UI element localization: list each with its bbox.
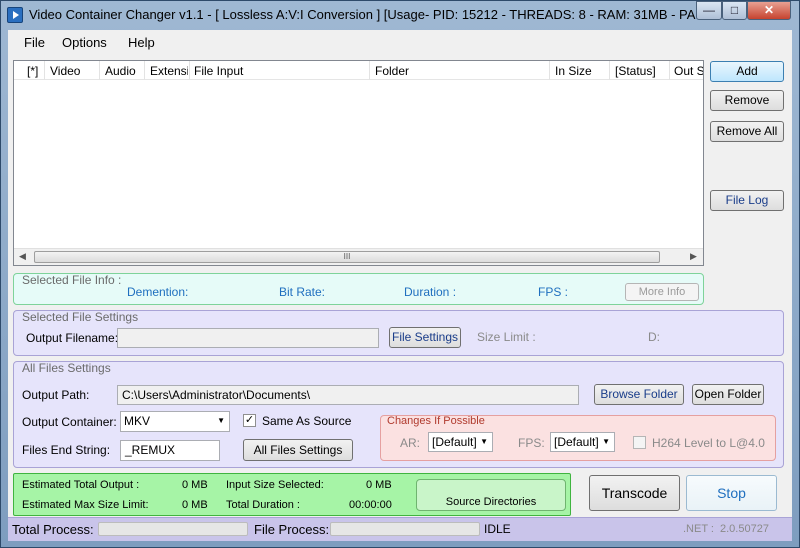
browse-folder-button[interactable]: Browse Folder: [594, 384, 684, 405]
estimated-max-size-value: 0 MB: [182, 499, 208, 511]
menu-help[interactable]: Help: [128, 35, 155, 50]
transcode-button[interactable]: Transcode: [589, 475, 680, 511]
column-header-select[interactable]: [*]: [27, 64, 43, 78]
fps-value: [Default]: [554, 435, 599, 449]
column-divider[interactable]: [144, 61, 145, 80]
checkmark-icon: ✓: [244, 414, 255, 426]
dotnet-version: 2.0.50727: [720, 523, 769, 535]
demention-label: Demention:: [127, 285, 189, 299]
column-divider[interactable]: [609, 61, 610, 80]
column-divider[interactable]: [369, 61, 370, 80]
chevron-down-icon: ▼: [602, 437, 610, 446]
changes-if-possible-title: Changes If Possible: [387, 415, 485, 427]
files-end-string-field[interactable]: _REMUX: [120, 440, 220, 461]
column-divider[interactable]: [189, 61, 190, 80]
output-container-value: MKV: [124, 414, 151, 428]
input-size-selected-label: Input Size Selected:: [226, 479, 324, 491]
total-duration-label: Total Duration :: [226, 499, 300, 511]
input-size-selected-value: 0 MB: [366, 479, 392, 491]
all-files-settings-button[interactable]: All Files Settings: [243, 439, 353, 461]
selected-file-settings-title: Selected File Settings: [22, 310, 139, 324]
fps-info-label: FPS :: [538, 285, 569, 299]
files-end-string-label: Files End String:: [22, 443, 111, 457]
column-header-in-size[interactable]: In Size: [555, 64, 607, 78]
column-divider[interactable]: [669, 61, 670, 80]
process-state: IDLE: [484, 522, 511, 536]
bit-rate-label: Bit Rate:: [279, 285, 326, 299]
more-info-button[interactable]: More Info: [625, 283, 699, 301]
ar-select[interactable]: [Default] ▼: [428, 432, 493, 452]
minimize-icon: —: [703, 3, 715, 17]
add-button[interactable]: Add: [710, 61, 784, 82]
file-settings-button[interactable]: File Settings: [389, 327, 461, 348]
column-header-folder[interactable]: Folder: [375, 64, 545, 78]
estimated-total-output-label: Estimated Total Output :: [22, 479, 140, 491]
column-header-video[interactable]: Video: [50, 64, 98, 78]
source-directories-button[interactable]: Source Directories: [416, 479, 566, 511]
file-process-progress-bar: [330, 522, 480, 536]
menu-file[interactable]: File: [24, 35, 45, 50]
drive-label: D:: [648, 330, 660, 344]
scrollbar-thumb[interactable]: III: [34, 251, 660, 263]
h264-level-label[interactable]: H264 Level to L@4.0: [652, 436, 765, 450]
output-filename-field[interactable]: [117, 328, 379, 348]
menu-bar: [8, 30, 792, 56]
stop-button[interactable]: Stop: [686, 475, 777, 511]
column-header-out-size[interactable]: Out Si: [674, 64, 703, 78]
column-divider[interactable]: [44, 61, 45, 80]
duration-label: Duration :: [404, 285, 457, 299]
maximize-button[interactable]: □: [722, 1, 747, 20]
output-container-label: Output Container:: [22, 415, 117, 429]
fps-label: FPS:: [518, 436, 545, 450]
column-divider[interactable]: [549, 61, 550, 80]
column-header-status[interactable]: [Status]: [615, 64, 667, 78]
same-as-source-checkbox[interactable]: ✓: [243, 414, 256, 427]
all-files-settings-title: All Files Settings: [22, 361, 111, 375]
column-divider[interactable]: [99, 61, 100, 80]
output-path-label: Output Path:: [22, 388, 90, 402]
output-filename-label: Output Filename:: [26, 331, 119, 345]
open-folder-button[interactable]: Open Folder: [692, 384, 764, 405]
minimize-button[interactable]: —: [696, 1, 722, 20]
estimated-max-size-label: Estimated Max Size Limit:: [22, 499, 149, 511]
dotnet-label: .NET :: [683, 523, 714, 535]
column-header-extension[interactable]: Extensio: [150, 64, 188, 78]
fps-select[interactable]: [Default] ▼: [550, 432, 615, 452]
ar-value: [Default]: [432, 435, 477, 449]
column-header-file-input[interactable]: File Input: [194, 64, 364, 78]
size-limit-label: Size Limit :: [477, 330, 536, 344]
file-list[interactable]: [13, 60, 704, 266]
scroll-right-icon[interactable]: ▶: [690, 251, 697, 262]
output-path-field[interactable]: C:\Users\Administrator\Documents\: [117, 385, 579, 405]
remove-all-button[interactable]: Remove All: [710, 121, 784, 142]
estimated-total-output-value: 0 MB: [182, 479, 208, 491]
total-process-label: Total Process:: [12, 522, 94, 537]
column-header-audio[interactable]: Audio: [105, 64, 143, 78]
file-process-label: File Process:: [254, 522, 330, 537]
remove-button[interactable]: Remove: [710, 90, 784, 111]
maximize-icon: □: [730, 3, 739, 17]
selected-file-info-title: Selected File Info :: [22, 273, 122, 287]
output-container-select[interactable]: MKV ▼: [120, 411, 230, 432]
same-as-source-label[interactable]: Same As Source: [262, 414, 351, 428]
window-title: Video Container Changer v1.1 - [ Lossles…: [29, 7, 707, 22]
menu-options[interactable]: Options: [62, 35, 107, 50]
ar-label: AR:: [400, 436, 421, 450]
close-icon: ✕: [763, 3, 775, 17]
h264-level-checkbox[interactable]: [633, 436, 646, 449]
app-icon[interactable]: [7, 7, 23, 23]
title-bar[interactable]: Video Container Changer v1.1 - [ Lossles…: [1, 1, 799, 29]
total-duration-value: 00:00:00: [349, 499, 392, 511]
file-log-button[interactable]: File Log: [710, 190, 784, 211]
chevron-down-icon: ▼: [217, 416, 225, 425]
close-button[interactable]: ✕: [747, 1, 791, 20]
chevron-down-icon: ▼: [480, 437, 488, 446]
total-process-progress-bar: [98, 522, 248, 536]
scroll-left-icon[interactable]: ◀: [19, 251, 26, 262]
